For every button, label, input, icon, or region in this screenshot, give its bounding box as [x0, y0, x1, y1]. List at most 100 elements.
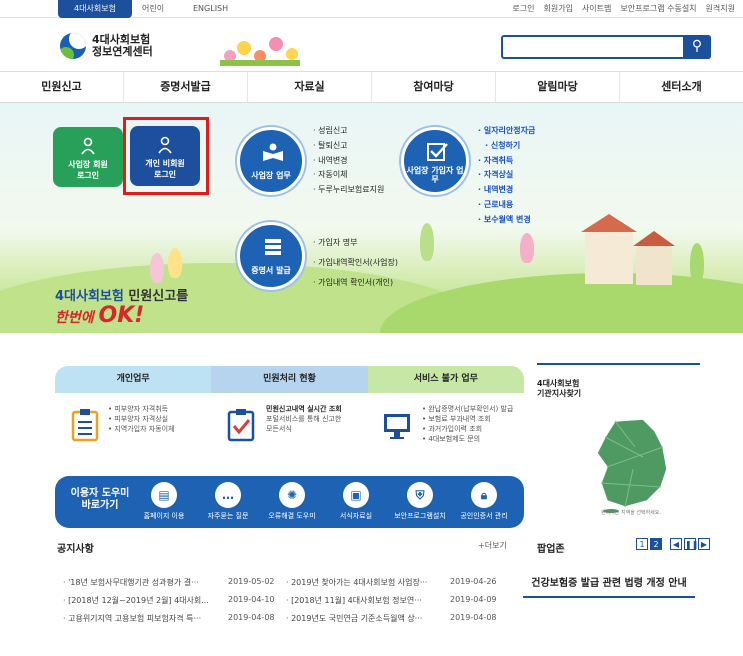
list-item[interactable]: 자동이체 [313, 168, 384, 183]
list-item[interactable]: 두루누리보험료지원 [313, 183, 384, 198]
tab-personal-work[interactable]: 개인업무 [55, 366, 212, 393]
notice-date: 2019-05-02 [228, 577, 275, 586]
site-logo[interactable]: 4대사회보험 정보연계센터 [60, 33, 153, 59]
list-item[interactable]: 가입자 명부 [313, 233, 398, 253]
list-item[interactable]: 피부양자 자격상실 [108, 414, 175, 424]
chat-icon: … [215, 482, 241, 508]
business-work-button[interactable]: 사업장 업무 [237, 127, 305, 195]
list-item[interactable]: 자격취득 [478, 154, 535, 169]
sitemap-link[interactable]: 사이트맵 [582, 0, 611, 18]
tree-decoration [150, 253, 164, 283]
list-item[interactable]: 4대보험제도 문의 [422, 434, 513, 444]
notice-date: 2019-04-26 [450, 577, 497, 586]
map-hint: 원하시는 지역을 선택하세요. [601, 510, 661, 516]
book-reader-icon [263, 143, 283, 161]
notice-item[interactable]: · 고용위기지역 고용보험 피보험자격 특··· [63, 613, 201, 624]
monitor-icon [384, 414, 410, 439]
notice-date: 2019-04-09 [450, 595, 497, 604]
users-icon [81, 137, 95, 155]
popup-banner[interactable]: 건강보험증 발급 관련 법령 개정 안내 [523, 570, 695, 598]
nav-civil-report[interactable]: 민원신고 [0, 72, 124, 102]
highlight-box [123, 117, 209, 195]
list-item[interactable]: 성립신고 [313, 124, 384, 139]
notice-date: 2019-04-08 [228, 613, 275, 622]
join-link[interactable]: 회원가입 [543, 0, 572, 18]
business-work-list: 성립신고 탈퇴신고 내역변경 자동이체 두루누리보험료지원 [313, 124, 384, 198]
flowers-illustration [220, 37, 300, 66]
popup-page-1[interactable]: 1 [636, 538, 648, 550]
nav-library[interactable]: 자료실 [248, 72, 372, 102]
list-item[interactable]: 근로내용 [478, 198, 535, 213]
nav-about[interactable]: 센터소개 [620, 72, 743, 102]
list-item[interactable]: 탈퇴신고 [313, 139, 384, 154]
business-member-login-button[interactable]: 사업장 회원 로그인 [53, 127, 123, 187]
security-install-link[interactable]: 보안프로그램 수동설치 [620, 0, 696, 18]
notice-item[interactable]: · [2018년 12월~2019년 2월] 4대사회... [63, 595, 209, 606]
hill-decoration [380, 273, 743, 333]
login-link[interactable]: 로그인 [512, 0, 534, 18]
helper-security-install[interactable]: ⛨ 보안프로그램설치 [389, 482, 451, 521]
link-english[interactable]: ENGLISH [193, 0, 228, 18]
helper-title: 이용자 도우미 바로가기 [70, 488, 130, 511]
checkbox-icon [427, 143, 448, 161]
notice-item[interactable]: · 2019년 찾아가는 4대사회보험 사업장··· [286, 577, 427, 588]
notice-item[interactable]: · '18년 보험사무대행기관 성과평가 결··· [63, 577, 199, 588]
branch-finder: 4대사회보험 기관지사찾기 원하시는 지역을 선택하세요. [537, 363, 700, 523]
notice-more-link[interactable]: +더보기 [478, 540, 507, 551]
tree-decoration [420, 223, 434, 261]
list-item[interactable]: 보험료 부과내역 조회 [422, 414, 513, 424]
list-item[interactable]: 완납증명서(납부확인서) 발급 [422, 404, 513, 414]
service-tabs: 개인업무 민원처리 현황 서비스 불가 업무 [55, 366, 524, 393]
popup-page-2[interactable]: 2 [650, 538, 662, 550]
tab-unavailable-services[interactable]: 서비스 불가 업무 [367, 366, 524, 393]
list-item[interactable]: 피부양자 자격취득 [108, 404, 175, 414]
list-item[interactable]: 내역변경 [478, 183, 535, 198]
helper-homepage-guide[interactable]: ▤ 홈페이지 이용 [133, 482, 195, 521]
remote-support-link[interactable]: 원격지원 [706, 0, 735, 18]
link-kids[interactable]: 어린이 [142, 0, 164, 18]
member-work-list: 일자리안정자금 신청하기 자격취득 자격상실 내역변경 근로내용 보수월액 변경 [478, 124, 536, 228]
branch-title: 4대사회보험 기관지사찾기 [537, 379, 582, 398]
tab-processing-status[interactable]: 민원처리 현황 [211, 366, 368, 393]
helper-faq[interactable]: … 자주묻는 질문 [197, 482, 259, 521]
desc-text: 모든서식 [266, 425, 292, 433]
search-icon[interactable]: ⚲ [683, 35, 711, 59]
korea-map[interactable] [585, 417, 685, 513]
nav-certificate[interactable]: 증명서발급 [124, 72, 248, 102]
house-illustration [581, 214, 637, 284]
hero-title: 4대사회보험 민원신고를 [55, 289, 189, 304]
notice-item[interactable]: · [2018년 11월] 4대사회보험 정보연··· [286, 595, 422, 606]
tree-decoration [520, 233, 534, 263]
list-item[interactable]: 지역가입자 자동이체 [108, 424, 174, 434]
list-item[interactable]: 과거가입이력 조회 [422, 424, 513, 434]
utility-links: 로그인 회원가입 사이트맵 보안프로그램 수동설치 원격지원 [512, 0, 735, 18]
notice-date: 2019-04-10 [228, 595, 275, 604]
notice-item[interactable]: · 2019년도 국민연금 기준소득월액 상··· [286, 613, 422, 624]
list-item[interactable]: 신청하기 [478, 139, 535, 154]
tree-decoration [168, 248, 182, 278]
helper-forms[interactable]: ▣ 서식자료실 [325, 482, 387, 521]
list-item[interactable]: 가입내역 확인서(개인) [313, 273, 398, 293]
tab-4insurance[interactable]: 4대사회보험 [58, 0, 132, 18]
popup-pause-icon[interactable]: ❚❚ [684, 538, 698, 550]
logo-text: 4대사회보험 정보연계센터 [92, 33, 153, 58]
nav-notice[interactable]: 알림마당 [496, 72, 620, 102]
member-work-button[interactable]: 사업장 가입자 업무 [401, 127, 469, 195]
nav-participation[interactable]: 참여마당 [372, 72, 496, 102]
list-item[interactable]: 가입내역확인서(사업장) [313, 253, 398, 273]
certificate-list: 가입자 명부 가입내역확인서(사업장) 가입내역 확인서(개인) [313, 233, 398, 293]
popup-next-icon[interactable]: ▶ [698, 538, 710, 550]
lightbulb-icon: ✺ [279, 482, 305, 508]
search-box[interactable]: ⚲ [501, 35, 711, 59]
helper-certificate[interactable]: 🔒︎ 공인인증서 관리 [453, 482, 515, 521]
popup-prev-icon[interactable]: ◀ [670, 538, 682, 550]
hero-ok-text: 한번에 OK! [55, 303, 145, 328]
realtime-lookup-link[interactable]: 민원신고내역 실시간 조회 [266, 404, 342, 414]
notice-date: 2019-04-08 [450, 613, 497, 622]
list-item[interactable]: 일자리안정자금 [478, 124, 536, 139]
list-item[interactable]: 내역변경 [313, 154, 384, 169]
list-item[interactable]: 보수월액 변경 [478, 213, 535, 228]
helper-error-fix[interactable]: ✺ 오류해결 도우미 [261, 482, 323, 521]
list-item[interactable]: 자격상실 [478, 168, 535, 183]
certificate-button[interactable]: 증명서 발급 [237, 222, 305, 290]
